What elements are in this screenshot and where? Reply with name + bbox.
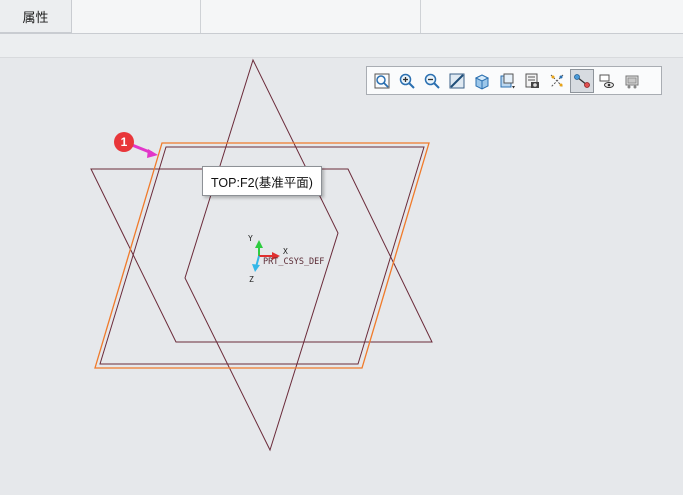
header-strip [0,34,683,58]
datum-display-filters-button[interactable] [545,69,569,93]
annotation-display-icon [574,73,590,88]
csys-label[interactable]: PRT_CSYS_DEF [263,257,324,267]
csys-x-label: X [283,247,288,256]
csys-z-label: Z [249,275,254,284]
header-divider [200,0,201,33]
view-manager-icon [525,73,539,88]
spin-center-icon [599,74,614,88]
display-style-icon [474,73,490,90]
refit-button[interactable] [370,69,394,93]
perspective-view-button[interactable] [620,69,644,93]
header-divider [420,0,421,33]
csys-glyph [252,240,280,272]
saved-orientations-button[interactable] [495,69,519,93]
datum-tooltip: TOP:F2(基准平面) [202,166,322,196]
zoom-in-icon [399,73,415,89]
spin-center-button[interactable] [595,69,619,93]
refit-icon [374,73,390,88]
zoom-out-icon [424,73,440,89]
graphics-toolbar [366,66,662,95]
datum-display-filters-icon [550,74,564,87]
graphics-area[interactable]: Y X Z PRT_CSYS_DEF [0,58,683,495]
repaint-icon [449,73,465,88]
callout-badge: 1 [114,132,134,152]
tab-properties-label: 属性 [22,10,49,26]
view-manager-button[interactable] [520,69,544,93]
perspective-view-icon [625,75,639,88]
display-style-button[interactable] [470,69,494,93]
zoom-out-button[interactable] [420,69,444,93]
annotation-display-button[interactable] [570,68,594,93]
saved-orientations-icon [500,73,515,88]
header-bar: 属性 [0,0,683,34]
repaint-button[interactable] [445,69,469,93]
callout-arrow [131,143,158,158]
zoom-in-button[interactable] [395,69,419,93]
csys-y-label: Y [248,234,253,243]
tab-properties[interactable]: 属性 [0,0,72,33]
